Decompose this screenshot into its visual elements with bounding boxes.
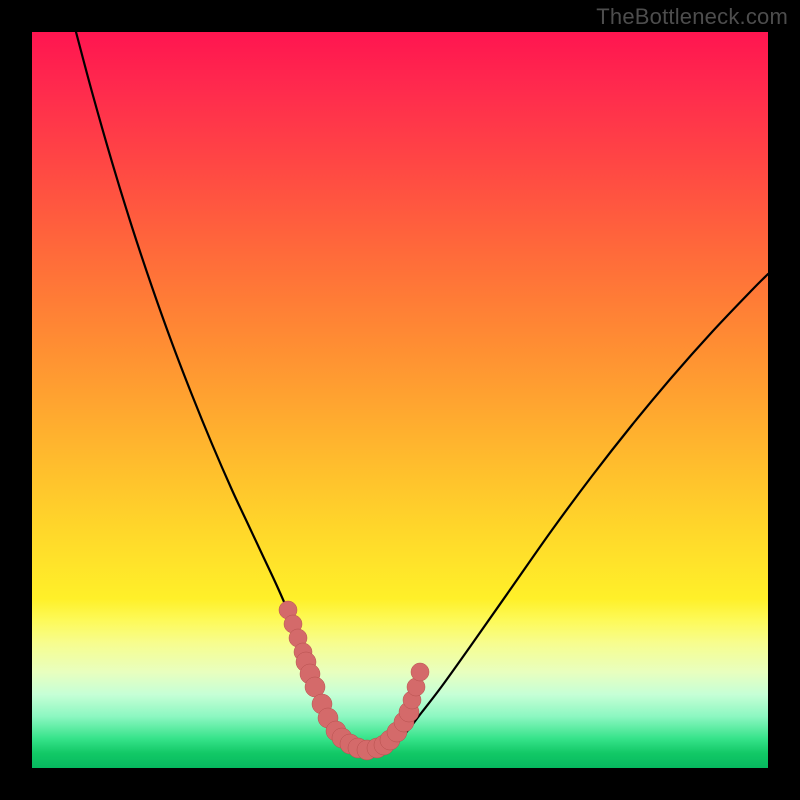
- watermark-text: TheBottleneck.com: [596, 4, 788, 30]
- gradient-background: [32, 32, 768, 768]
- plot-area: [32, 32, 768, 768]
- chart-stage: TheBottleneck.com: [0, 0, 800, 800]
